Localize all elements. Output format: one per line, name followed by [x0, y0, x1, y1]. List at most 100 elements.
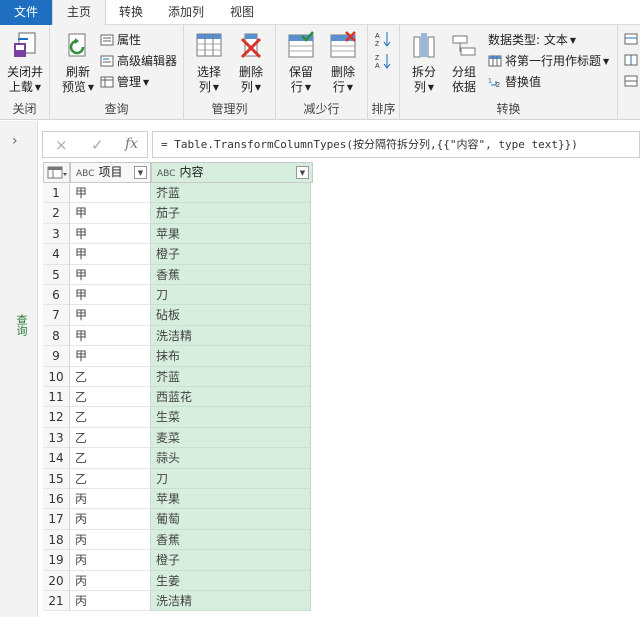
queries-pane-label[interactable]: 查询	[13, 314, 29, 336]
row-number[interactable]: 16	[43, 489, 70, 510]
table-row[interactable]: 2 甲茄子	[43, 203, 313, 224]
cell-item[interactable]: 丙	[70, 489, 151, 510]
cell-item[interactable]: 丙	[70, 570, 151, 591]
properties-button[interactable]: 属性	[100, 30, 141, 50]
cell-content[interactable]: 生菜	[151, 407, 311, 428]
row-number[interactable]: 6	[43, 285, 70, 306]
cell-item[interactable]: 乙	[70, 366, 151, 387]
table-row[interactable]: 19 丙橙子	[43, 550, 313, 571]
cell-item[interactable]: 甲	[70, 244, 151, 265]
cancel-icon[interactable]: ×	[55, 136, 68, 154]
cell-content[interactable]: 苹果	[151, 223, 311, 245]
replace-values-button[interactable]: 1 2 替换值	[488, 72, 541, 92]
row-number[interactable]: 17	[43, 509, 70, 530]
row-number[interactable]: 11	[43, 387, 70, 408]
table-menu-button[interactable]	[43, 162, 70, 183]
cell-content[interactable]: 香蕉	[151, 264, 311, 285]
cell-content[interactable]: 葡萄	[151, 509, 311, 530]
row-number[interactable]: 4	[43, 244, 70, 265]
remove-rows-button[interactable]: 删除 行 ▼	[324, 31, 362, 95]
cell-content[interactable]: 芥蓝	[151, 183, 311, 204]
combine-icon-3[interactable]	[624, 73, 638, 93]
cell-item[interactable]: 丙	[70, 550, 151, 571]
sort-descending-button[interactable]: ZA	[375, 52, 393, 72]
cell-item[interactable]: 甲	[70, 264, 151, 285]
cell-content[interactable]: 砧板	[151, 305, 311, 326]
use-first-row-as-headers-button[interactable]: 将第一行用作标题 ▼	[488, 51, 609, 71]
cell-content[interactable]: 抹布	[151, 346, 311, 367]
table-row[interactable]: 7 甲砧板	[43, 305, 313, 326]
data-type-dropdown[interactable]: 数据类型: 文本 ▼	[488, 30, 576, 50]
table-row[interactable]: 4 甲橙子	[43, 244, 313, 265]
cell-content[interactable]: 橙子	[151, 550, 311, 571]
choose-columns-button[interactable]: 选择 列 ▼	[190, 31, 228, 95]
cell-item[interactable]: 甲	[70, 183, 151, 204]
row-number[interactable]: 8	[43, 325, 70, 347]
combine-icon-1[interactable]	[624, 31, 638, 51]
tab-view[interactable]: 视图	[218, 0, 266, 25]
formula-input[interactable]: = Table.TransformColumnTypes(按分隔符拆分列,{{"…	[152, 131, 640, 158]
row-number[interactable]: 9	[43, 346, 70, 367]
table-row[interactable]: 11 乙西蓝花	[43, 387, 313, 408]
sort-ascending-button[interactable]: AZ	[375, 30, 393, 50]
tab-add-column[interactable]: 添加列	[158, 0, 214, 25]
advanced-editor-button[interactable]: 高级编辑器	[100, 51, 177, 71]
filter-dropdown-icon[interactable]: ▼	[134, 166, 147, 179]
expand-queries-chevron-icon[interactable]: ›	[12, 133, 18, 149]
tab-transform[interactable]: 转换	[106, 0, 156, 25]
cell-content[interactable]: 麦菜	[151, 427, 311, 449]
combine-icon-2[interactable]	[624, 52, 638, 72]
confirm-icon[interactable]: ✓	[91, 136, 104, 154]
cell-item[interactable]: 丙	[70, 529, 151, 551]
cell-content[interactable]: 茄子	[151, 203, 311, 224]
row-number[interactable]: 1	[43, 183, 70, 204]
cell-item[interactable]: 乙	[70, 468, 151, 489]
table-row[interactable]: 14 乙蒜头	[43, 448, 313, 469]
table-row[interactable]: 10 乙芥蓝	[43, 366, 313, 387]
cell-content[interactable]: 生姜	[151, 570, 311, 591]
row-number[interactable]: 20	[43, 570, 70, 591]
row-number[interactable]: 2	[43, 203, 70, 224]
row-number[interactable]: 5	[43, 264, 70, 285]
cell-item[interactable]: 甲	[70, 305, 151, 326]
cell-item[interactable]: 甲	[70, 285, 151, 306]
manage-button[interactable]: 管理 ▼	[100, 72, 149, 92]
row-number[interactable]: 18	[43, 529, 70, 551]
cell-content[interactable]: 刀	[151, 468, 311, 489]
cell-content[interactable]: 橙子	[151, 244, 311, 265]
text-type-icon[interactable]: ABC	[157, 169, 175, 179]
cell-content[interactable]: 苹果	[151, 489, 311, 510]
filter-dropdown-icon[interactable]: ▼	[296, 166, 309, 179]
cell-content[interactable]: 蒜头	[151, 448, 311, 469]
cell-item[interactable]: 乙	[70, 427, 151, 449]
table-row[interactable]: 18 丙香蕉	[43, 529, 313, 551]
remove-columns-button[interactable]: 删除 列 ▼	[232, 31, 270, 95]
table-row[interactable]: 8 甲洗洁精	[43, 325, 313, 347]
column-header-item[interactable]: ABC 项目 ▼	[70, 162, 151, 183]
fx-icon[interactable]: fx	[125, 136, 138, 152]
row-number[interactable]: 10	[43, 366, 70, 387]
table-row[interactable]: 17 丙葡萄	[43, 509, 313, 530]
cell-content[interactable]: 刀	[151, 285, 311, 306]
cell-item[interactable]: 甲	[70, 223, 151, 245]
group-by-button[interactable]: 分组 依据	[446, 31, 482, 95]
cell-content[interactable]: 西蓝花	[151, 387, 311, 408]
table-row[interactable]: 15 乙刀	[43, 468, 313, 489]
cell-item[interactable]: 甲	[70, 346, 151, 367]
cell-content[interactable]: 芥蓝	[151, 366, 311, 387]
table-row[interactable]: 12 乙生菜	[43, 407, 313, 428]
table-row[interactable]: 13 乙麦菜	[43, 427, 313, 449]
tab-file[interactable]: 文件	[0, 0, 52, 25]
table-row[interactable]: 1 甲芥蓝	[43, 183, 313, 204]
cell-item[interactable]: 乙	[70, 407, 151, 428]
cell-content[interactable]: 洗洁精	[151, 591, 311, 612]
cell-item[interactable]: 甲	[70, 325, 151, 347]
cell-content[interactable]: 洗洁精	[151, 325, 311, 347]
column-header-content[interactable]: ABC 内容 ▼	[151, 162, 313, 183]
table-row[interactable]: 21 丙洗洁精	[43, 591, 313, 612]
row-number[interactable]: 7	[43, 305, 70, 326]
text-type-icon[interactable]: ABC	[76, 169, 94, 179]
table-row[interactable]: 6甲刀	[43, 285, 313, 306]
table-row[interactable]: 3 甲苹果	[43, 223, 313, 245]
cell-item[interactable]: 丙	[70, 509, 151, 530]
